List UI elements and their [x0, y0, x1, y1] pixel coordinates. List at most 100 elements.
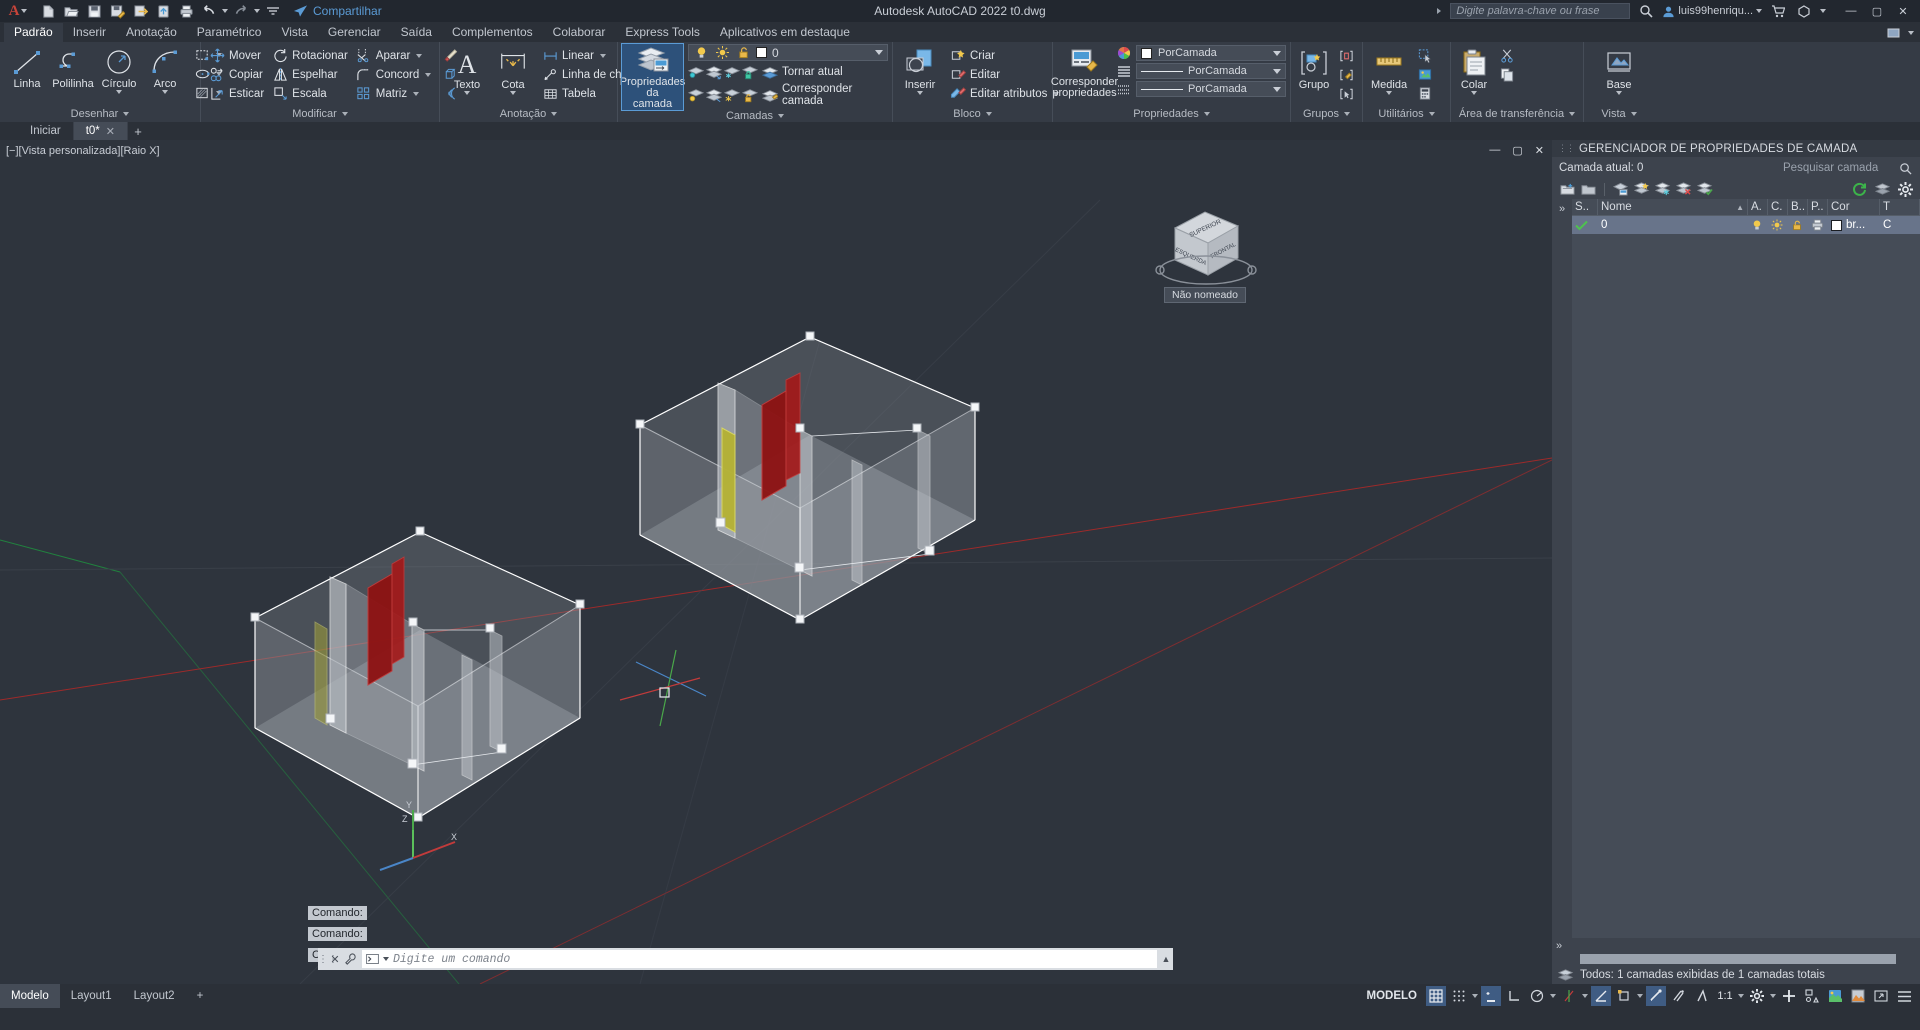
tool-colar[interactable]: Colar [1455, 46, 1493, 97]
ortho-mode-icon[interactable] [1504, 986, 1524, 1006]
chevron-down-icon[interactable] [383, 957, 389, 961]
unlock-icon[interactable] [735, 45, 751, 61]
document-tab-t0[interactable]: t0* ✕ [73, 122, 128, 140]
annotation-scale-icon[interactable]: 1:1 [1715, 986, 1735, 1006]
help-icon[interactable] [1794, 2, 1814, 20]
chevron-down-icon[interactable] [599, 53, 606, 58]
chevron-down-icon[interactable] [1550, 994, 1556, 998]
color-wheel-icon[interactable] [1116, 45, 1132, 61]
chevron-down-icon[interactable] [1820, 9, 1826, 13]
chevron-down-icon[interactable] [1472, 994, 1478, 998]
lineweight-display-icon[interactable] [1646, 986, 1666, 1006]
graphics-perf-icon[interactable] [1848, 986, 1868, 1006]
ribbon-minimize-icon[interactable] [1884, 24, 1904, 42]
layer-grid-empty-area[interactable] [1572, 234, 1920, 938]
export-icon[interactable] [130, 2, 150, 20]
row-on-icon[interactable] [1748, 216, 1768, 234]
isolate-objects-icon[interactable] [1802, 986, 1822, 1006]
layout-tab-layout1[interactable]: Layout1 [60, 984, 123, 1008]
open-icon[interactable] [61, 2, 81, 20]
chevron-down-icon[interactable] [1386, 91, 1393, 95]
tool-corresponder-propriedades[interactable]: Corresponder propriedades [1051, 45, 1118, 101]
chevron-down-icon[interactable] [510, 91, 516, 95]
transparency-icon[interactable] [1669, 986, 1689, 1006]
chevron-down-icon[interactable] [1273, 50, 1281, 56]
layer-states-icon[interactable] [1613, 181, 1629, 197]
layer-freeze-all-icon[interactable] [1655, 181, 1671, 197]
grip-icon[interactable]: ⋮⋮ [318, 954, 338, 965]
chevron-down-icon[interactable] [1273, 86, 1281, 92]
undo-dropdown-icon[interactable] [222, 9, 228, 13]
tool-esticar[interactable]: Esticar [205, 84, 268, 103]
chevron-down-icon[interactable] [464, 91, 470, 95]
tool-grupo[interactable]: Grupo [1295, 46, 1333, 93]
ribbon-tab-aplicativos[interactable]: Aplicativos em destaque [710, 23, 860, 42]
filter-tree-pane[interactable]: » [1552, 199, 1572, 938]
grip-icon[interactable]: ⋮⋮ [1558, 143, 1575, 154]
linetype-icon[interactable] [1116, 63, 1132, 79]
tool-polilinha[interactable]: Polilinha [50, 45, 96, 92]
close-window-button[interactable]: ✕ [1890, 0, 1916, 22]
expand-tree-icon[interactable]: » [1559, 203, 1565, 215]
row-freeze-icon[interactable] [1768, 216, 1788, 234]
row-linetype-value[interactable]: C [1880, 216, 1920, 234]
layer-off-icon[interactable] [688, 87, 704, 103]
maximize-window-button[interactable]: ▢ [1864, 0, 1890, 22]
close-icon[interactable]: ✕ [328, 953, 342, 966]
tool-medida[interactable]: Medida [1367, 46, 1411, 97]
viewport-close-icon[interactable]: ✕ [1535, 144, 1544, 157]
tool-propriedades-da-camada[interactable]: Propriedades da camada [620, 43, 685, 111]
chevron-down-icon[interactable] [1344, 112, 1351, 116]
column-plot[interactable]: P.. [1808, 198, 1828, 216]
chevron-down-icon[interactable] [162, 90, 168, 94]
save-icon[interactable] [84, 2, 104, 20]
grid-display-icon[interactable] [1426, 986, 1446, 1006]
new-tab-button[interactable]: + [128, 122, 148, 140]
chevron-down-icon[interactable] [1273, 68, 1281, 74]
tool-copiar-clip[interactable] [1495, 65, 1519, 84]
command-line[interactable]: ⋮⋮ ✕ Digite um comando ▲ [318, 948, 1173, 970]
tornar-atual-label[interactable]: Tornar atual [782, 66, 843, 78]
row-lock-icon[interactable] [1788, 216, 1808, 234]
tool-texto[interactable]: A Texto [444, 46, 490, 97]
layer-freeze-icon[interactable] [724, 64, 740, 80]
chevron-down-icon[interactable] [1428, 112, 1435, 116]
tool-linha[interactable]: Linha [4, 45, 50, 92]
chevron-down-icon[interactable] [425, 72, 432, 77]
workspace-gear-icon[interactable] [1747, 986, 1767, 1006]
lineweight-combo[interactable]: PorCamada [1136, 81, 1286, 97]
linetype-combo[interactable]: PorCamada [1136, 63, 1286, 79]
layer-settings-icon[interactable] [1874, 181, 1890, 197]
close-icon[interactable]: ✕ [106, 125, 115, 138]
tool-matriz[interactable]: Matriz [352, 84, 435, 103]
tool-rotacionar[interactable]: Rotacionar [268, 46, 352, 65]
tool-selecao-rapida[interactable] [1413, 46, 1437, 65]
chevron-down-icon[interactable] [123, 112, 130, 116]
tool-mover[interactable]: Mover [205, 46, 268, 65]
cloud-icon[interactable] [153, 2, 173, 20]
hardware-accel-icon[interactable] [1779, 986, 1799, 1006]
ribbon-tab-vista[interactable]: Vista [271, 23, 317, 42]
fullscreen-icon[interactable] [1871, 986, 1891, 1006]
chevron-down-icon[interactable] [1203, 112, 1210, 116]
search-icon[interactable] [1636, 2, 1656, 20]
layer-match-icon[interactable] [762, 87, 778, 103]
layer-thaw-icon[interactable] [724, 87, 740, 103]
lightbulb-on-icon[interactable] [693, 45, 709, 61]
column-name[interactable]: Nome ▲ [1598, 198, 1748, 216]
object-snap-icon[interactable] [1591, 986, 1611, 1006]
chevron-down-icon[interactable] [1770, 994, 1776, 998]
chevron-down-icon[interactable] [1738, 994, 1744, 998]
customize-icon[interactable] [263, 2, 283, 20]
chevron-down-icon[interactable] [1630, 112, 1637, 116]
viewport-minimize-icon[interactable]: — [1489, 144, 1500, 157]
share-button[interactable]: Compartilhar [293, 4, 382, 18]
ribbon-tab-colaborar[interactable]: Colaborar [543, 23, 616, 42]
tool-id-ponto[interactable] [1413, 65, 1437, 84]
ribbon-tab-parametrico[interactable]: Paramétrico [187, 23, 272, 42]
redo-dropdown-icon[interactable] [254, 9, 260, 13]
customization-icon[interactable] [1894, 986, 1914, 1006]
column-linetype[interactable]: T [1880, 198, 1920, 216]
layout-tab-add[interactable]: + [186, 984, 215, 1008]
corresponder-camada-label[interactable]: Corresponder camada [782, 83, 888, 107]
